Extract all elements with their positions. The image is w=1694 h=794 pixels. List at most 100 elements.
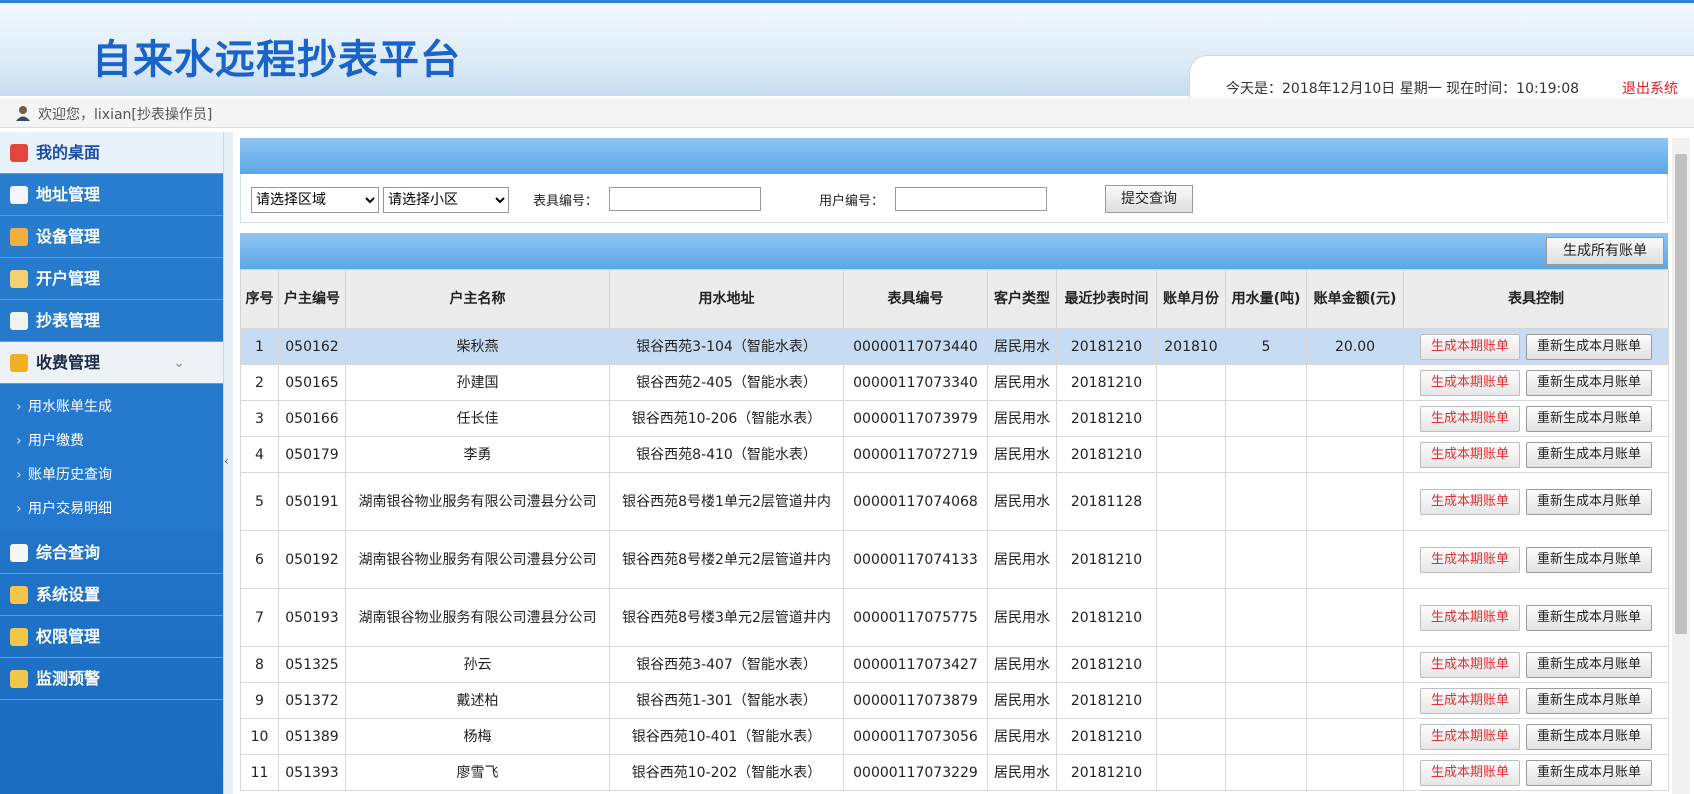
cell-month [1156, 646, 1226, 683]
sidebar-item-label: 收费管理 [36, 353, 101, 372]
table-row[interactable]: 8 051325 孙云 银谷西苑3-407（智能水表） 00000117073427 居民… [240, 646, 1669, 683]
sidebar-item-device[interactable]: 设备管理 [0, 216, 223, 258]
cell-address: 银谷西苑10-202（智能水表） [609, 754, 844, 791]
submit-query-button[interactable]: 提交查询 [1105, 185, 1193, 213]
submenu-transaction-detail[interactable]: 用户交易明细 [0, 492, 223, 526]
generate-current-bill-button[interactable]: 生成本期账单 [1419, 488, 1520, 515]
regenerate-month-bill-button[interactable]: 重新生成本月账单 [1526, 488, 1653, 515]
cell-meter-control: 生成本期账单 重新生成本月账单 [1403, 436, 1669, 473]
sidebar-item-permission[interactable]: 权限管理 [0, 616, 223, 658]
sidebar-item-query[interactable]: 综合查询 [0, 532, 223, 574]
sidebar-item-monitor[interactable]: 监测预警 [0, 658, 223, 700]
generate-current-bill-button[interactable]: 生成本期账单 [1419, 405, 1520, 432]
column-header: 用水地址 [609, 269, 844, 329]
cell-amount [1306, 646, 1404, 683]
cell-usage [1225, 718, 1307, 755]
generate-current-bill-button[interactable]: 生成本期账单 [1419, 546, 1520, 573]
sidebar-item-account[interactable]: 开户管理 [0, 258, 223, 300]
cell-usage [1225, 754, 1307, 791]
cell-meter: 00000117073979 [843, 400, 988, 437]
cell-no: 2 [240, 364, 279, 401]
main-content: 请选择区域 请选择小区 表具编号： 用户编号： 提交查询 生成所有账单 序号 户… [240, 138, 1669, 794]
logout-link[interactable]: 退出系统 [1622, 78, 1678, 98]
regenerate-month-bill-button[interactable]: 重新生成本月账单 [1526, 546, 1653, 573]
sidebar-item-settings[interactable]: 系统设置 [0, 574, 223, 616]
meter-read-icon [10, 312, 28, 330]
submenu-user-payment[interactable]: 用户缴费 [0, 424, 223, 458]
generate-current-bill-button[interactable]: 生成本期账单 [1419, 723, 1520, 750]
table-row[interactable]: 1 050162 柴秋燕 银谷西苑3-104（智能水表） 00000117073440 居… [240, 328, 1669, 365]
generate-current-bill-button[interactable]: 生成本期账单 [1419, 687, 1520, 714]
sidebar-item-address[interactable]: 地址管理 [0, 174, 223, 216]
meter-no-input[interactable] [609, 187, 761, 211]
table-row[interactable]: 2 050165 孙建国 银谷西苑2-405（智能水表） 00000117073340 居… [240, 364, 1669, 401]
cell-meter-control: 生成本期账单 重新生成本月账单 [1403, 718, 1669, 755]
table-row[interactable]: 6 050192 湖南银谷物业服务有限公司澧县分公司 银谷西苑8号楼2单元2层管道井内… [240, 530, 1669, 589]
cell-type: 居民用水 [987, 472, 1057, 531]
generate-current-bill-button[interactable]: 生成本期账单 [1419, 759, 1520, 786]
cell-usage [1225, 530, 1307, 589]
table-row[interactable]: 5 050191 湖南银谷物业服务有限公司澧县分公司 银谷西苑8号楼1单元2层管道井内… [240, 472, 1669, 531]
cell-meter-control: 生成本期账单 重新生成本月账单 [1403, 328, 1669, 365]
cell-no: 10 [240, 718, 279, 755]
regenerate-month-bill-button[interactable]: 重新生成本月账单 [1526, 604, 1653, 631]
generate-current-bill-button[interactable]: 生成本期账单 [1419, 604, 1520, 631]
regenerate-month-bill-button[interactable]: 重新生成本月账单 [1526, 759, 1653, 786]
cell-amount [1306, 588, 1404, 647]
regenerate-month-bill-button[interactable]: 重新生成本月账单 [1526, 333, 1653, 360]
cell-amount [1306, 472, 1404, 531]
home-icon [10, 144, 28, 162]
column-header: 最近抄表时间 [1056, 269, 1157, 329]
region-select[interactable]: 请选择区域 [251, 187, 379, 213]
table-row[interactable]: 10 051389 杨梅 银谷西苑10-401（智能水表） 00000117073056… [240, 718, 1669, 755]
generate-current-bill-button[interactable]: 生成本期账单 [1419, 369, 1520, 396]
submenu-bill-history[interactable]: 账单历史查询 [0, 458, 223, 492]
cell-type: 居民用水 [987, 400, 1057, 437]
user-no-input[interactable] [895, 187, 1047, 211]
cell-month [1156, 754, 1226, 791]
sidebar-collapse-handle[interactable]: ‹ [223, 132, 233, 794]
sidebar-item-label: 权限管理 [36, 627, 101, 646]
cell-read-time: 20181210 [1056, 400, 1157, 437]
table-row[interactable]: 11 051393 廖雪飞 银谷西苑10-202（智能水表） 0000011707322… [240, 754, 1669, 791]
submenu-bill-generate[interactable]: 用水账单生成 [0, 390, 223, 424]
sidebar-item-meter-reading[interactable]: 抄表管理 [0, 300, 223, 342]
regenerate-month-bill-button[interactable]: 重新生成本月账单 [1526, 687, 1653, 714]
regenerate-month-bill-button[interactable]: 重新生成本月账单 [1526, 405, 1653, 432]
generate-current-bill-button[interactable]: 生成本期账单 [1419, 333, 1520, 360]
cell-owner-id: 051393 [278, 754, 346, 791]
cell-month [1156, 588, 1226, 647]
table-row[interactable]: 4 050179 李勇 银谷西苑8-410（智能水表） 00000117072719 居民… [240, 436, 1669, 473]
generate-current-bill-button[interactable]: 生成本期账单 [1419, 651, 1520, 678]
vertical-scrollbar[interactable] [1672, 138, 1690, 794]
cell-read-time: 20181128 [1056, 472, 1157, 531]
cell-no: 8 [240, 646, 279, 683]
column-header: 账单金额(元) [1306, 269, 1404, 329]
table-body: 1 050162 柴秋燕 银谷西苑3-104（智能水表） 00000117073440 居… [240, 328, 1669, 791]
cell-month [1156, 364, 1226, 401]
regenerate-month-bill-button[interactable]: 重新生成本月账单 [1526, 651, 1653, 678]
cell-read-time: 20181210 [1056, 364, 1157, 401]
chevron-down-icon: ⌄ [173, 355, 185, 371]
sidebar-item-label: 综合查询 [36, 543, 101, 562]
generate-all-bills-button[interactable]: 生成所有账单 [1546, 237, 1664, 265]
regenerate-month-bill-button[interactable]: 重新生成本月账单 [1526, 369, 1653, 396]
generate-current-bill-button[interactable]: 生成本期账单 [1419, 441, 1520, 468]
sidebar-item-billing[interactable]: 收费管理 ⌄ [0, 342, 223, 384]
cell-name: 廖雪飞 [345, 754, 610, 791]
cell-usage [1225, 472, 1307, 531]
regenerate-month-bill-button[interactable]: 重新生成本月账单 [1526, 441, 1653, 468]
cell-address: 银谷西苑3-407（智能水表） [609, 646, 844, 683]
table-row[interactable]: 3 050166 任长佳 银谷西苑10-206（智能水表） 00000117073979… [240, 400, 1669, 437]
cell-meter: 00000117075775 [843, 588, 988, 647]
table-row[interactable]: 9 051372 戴述柏 银谷西苑1-301（智能水表） 00000117073879 居… [240, 682, 1669, 719]
scrollbar-thumb[interactable] [1675, 154, 1687, 634]
regenerate-month-bill-button[interactable]: 重新生成本月账单 [1526, 723, 1653, 750]
sidebar-item-desktop[interactable]: 我的桌面 [0, 132, 223, 174]
community-select[interactable]: 请选择小区 [383, 187, 509, 213]
document-icon [10, 186, 28, 204]
billing-icon [10, 354, 28, 372]
cell-amount [1306, 400, 1404, 437]
cell-usage [1225, 436, 1307, 473]
table-row[interactable]: 7 050193 湖南银谷物业服务有限公司澧县分公司 银谷西苑8号楼3单元2层管道井内… [240, 588, 1669, 647]
